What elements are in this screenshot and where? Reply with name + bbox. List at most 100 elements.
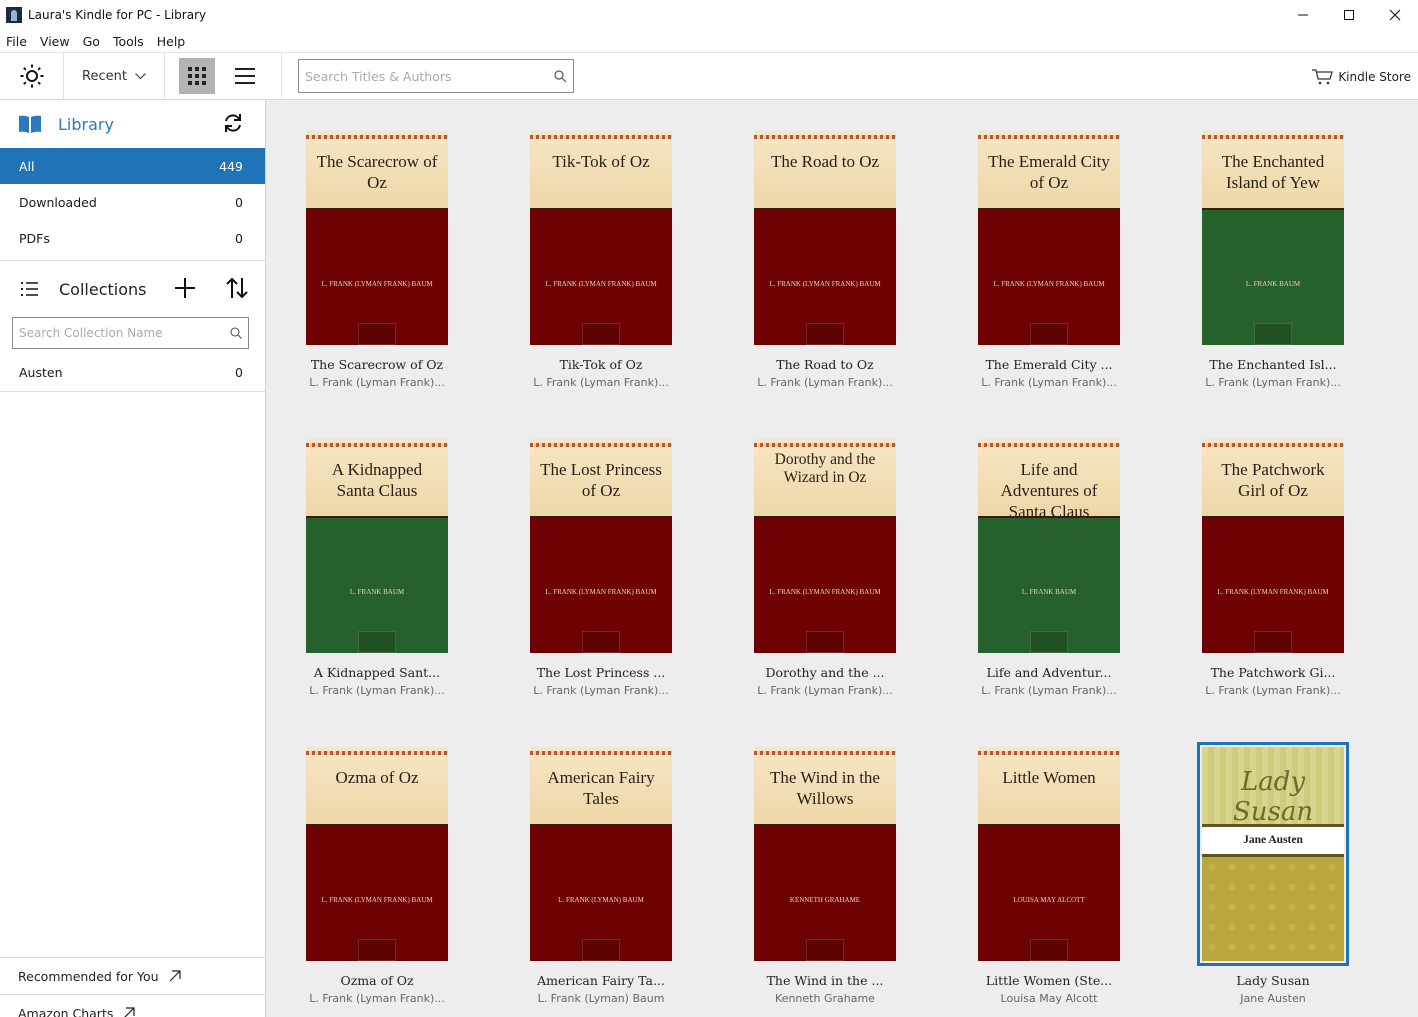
toolbar-divider (164, 52, 165, 100)
book-author: Louisa May Alcott (1000, 992, 1098, 1005)
book-title: Lady Susan (1236, 973, 1310, 988)
cover-author: L. FRANK (LYMAN FRANK) BAUM (993, 280, 1105, 288)
book-cover[interactable]: The Lost Princess of Oz L. FRANK (LYMAN … (530, 439, 672, 653)
book-cover[interactable]: Tik-Tok of Oz L. FRANK (LYMAN FRANK) BAU… (530, 131, 672, 345)
cover-author: KENNETH GRAHAME (789, 896, 861, 904)
public-domain-badge (1030, 631, 1068, 653)
menu-tools[interactable]: Tools (107, 34, 151, 49)
book-author: L. Frank (Lyman Frank)... (981, 684, 1117, 697)
filter-count: 449 (219, 158, 243, 174)
sort-label: Recent (82, 68, 127, 84)
book-title: The Patchwork Gi... (1210, 665, 1336, 680)
cover-title-panel: American Fairy Tales (530, 747, 672, 824)
book-title: The Enchanted Isl... (1209, 357, 1337, 372)
collection-count: 0 (235, 365, 243, 380)
public-domain-badge (358, 323, 396, 345)
book-cover[interactable]: Dorothy and the Wizard in Oz L. FRANK (L… (754, 439, 896, 653)
filter-label: Downloaded (19, 194, 97, 210)
book-cover[interactable]: The Scarecrow of Oz L. FRANK (LYMAN FRAN… (306, 131, 448, 345)
filter-count: 0 (235, 230, 243, 246)
minimize-button[interactable] (1280, 0, 1326, 30)
book-cover[interactable]: The Enchanted Island of Yew L. FRANK BAU… (1202, 131, 1344, 345)
cover-title-panel: The Enchanted Island of Yew (1202, 131, 1344, 208)
window-title: Laura's Kindle for PC - Library (28, 8, 207, 22)
book-cover[interactable]: Little Women LOUISA MAY ALCOTT (978, 747, 1120, 961)
public-domain-badge (1254, 323, 1292, 345)
library-header: Library (0, 100, 265, 148)
list-view-button[interactable] (221, 52, 269, 100)
menu-view[interactable]: View (34, 34, 77, 49)
cover-title: American Fairy Tales (547, 768, 655, 808)
close-button[interactable] (1372, 0, 1418, 30)
book-author: L. Frank (Lyman Frank)... (757, 684, 893, 697)
filter-count: 0 (235, 194, 243, 210)
cover-body: L. FRANK (LYMAN FRANK) BAUM (754, 516, 896, 653)
book-cover[interactable]: The Emerald City of Oz L. FRANK (LYMAN F… (978, 131, 1120, 345)
public-domain-badge (806, 939, 844, 961)
book-cover[interactable]: Lady Susan Jane Austen (1202, 747, 1344, 961)
cover-author: L. FRANK BAUM (1245, 280, 1301, 288)
recommended-for-you-link[interactable]: Recommended for You (0, 957, 265, 994)
cover-title: The Scarecrow of Oz (316, 152, 438, 192)
search-icon[interactable] (554, 69, 567, 83)
search-titles-authors[interactable] (298, 59, 574, 93)
sidebar: Library All 449 Downloaded 0 PDFs 0 Coll… (0, 100, 266, 1017)
add-collection-icon[interactable] (175, 278, 195, 298)
book-cover[interactable]: Life and Adventures of Santa Claus L. FR… (978, 439, 1120, 653)
sort-dropdown[interactable]: Recent (64, 52, 164, 100)
cover-title: Tik-Tok of Oz (552, 152, 650, 171)
kindle-store-link[interactable]: Kindle Store (1312, 53, 1411, 101)
search-input[interactable] (305, 68, 535, 84)
search-icon[interactable] (230, 327, 242, 339)
collection-search[interactable] (12, 317, 249, 349)
amazon-charts-link[interactable]: Amazon Charts (0, 994, 265, 1017)
cover-author: L. FRANK (LYMAN FRANK) BAUM (1217, 588, 1329, 596)
public-domain-badge (1030, 939, 1068, 961)
book-author: L. Frank (Lyman Frank)... (309, 684, 445, 697)
menu-go[interactable]: Go (77, 34, 107, 49)
book-author: L. Frank (Lyman Frank)... (309, 992, 445, 1005)
book-title: Little Women (Ste... (985, 973, 1113, 988)
public-domain-badge (806, 323, 844, 345)
cover-body: L. FRANK (LYMAN) BAUM (530, 824, 672, 961)
filter-pdfs[interactable]: PDFs 0 (0, 220, 265, 256)
sync-icon[interactable] (223, 113, 243, 133)
filter-downloaded[interactable]: Downloaded 0 (0, 184, 265, 220)
book-cover[interactable]: Ozma of Oz L. FRANK (LYMAN FRANK) BAUM (306, 747, 448, 961)
collection-search-input[interactable] (19, 326, 219, 340)
library-title[interactable]: Library (58, 115, 114, 134)
sort-collections-icon[interactable] (226, 277, 248, 299)
book-cover[interactable]: The Wind in the Willows KENNETH GRAHAME (754, 747, 896, 961)
grid-view-button[interactable] (179, 58, 215, 94)
brightness-button[interactable] (0, 52, 63, 100)
cover-body: L. FRANK BAUM (978, 516, 1120, 653)
book-title: The Emerald City ... (985, 357, 1113, 372)
public-domain-badge (582, 939, 620, 961)
collection-item-austen[interactable]: Austen 0 (0, 354, 265, 392)
cover-author: L. FRANK (LYMAN FRANK) BAUM (321, 280, 433, 288)
cover-pattern (1202, 857, 1344, 961)
book-cover[interactable]: The Road to Oz L. FRANK (LYMAN FRANK) BA… (754, 131, 896, 345)
menu-help[interactable]: Help (151, 34, 193, 49)
cover-author: Jane Austen (1202, 824, 1344, 857)
menu-file[interactable]: File (0, 34, 34, 49)
public-domain-badge (1030, 323, 1068, 345)
book-author: L. Frank (Lyman) Baum (537, 992, 665, 1005)
cover-body: L. FRANK (LYMAN FRANK) BAUM (306, 208, 448, 345)
cover-author: L. FRANK (LYMAN FRANK) BAUM (321, 896, 433, 904)
book-cover[interactable]: The Patchwork Girl of Oz L. FRANK (LYMAN… (1202, 439, 1344, 653)
book-title: The Lost Princess ... (536, 665, 666, 680)
filter-all[interactable]: All 449 (0, 148, 265, 184)
book-cover[interactable]: American Fairy Tales L. FRANK (LYMAN) BA… (530, 747, 672, 961)
maximize-button[interactable] (1326, 0, 1372, 30)
book-title: The Road to Oz (776, 357, 874, 372)
cover-author: L. FRANK BAUM (349, 588, 405, 596)
minimize-icon (1298, 14, 1308, 16)
cover-title-panel: Ozma of Oz (306, 747, 448, 824)
cover-author: LOUISA MAY ALCOTT (1013, 896, 1085, 904)
cover-title-panel: The Patchwork Girl of Oz (1202, 439, 1344, 516)
cover-title: Life and Adventures of Santa Claus (1000, 460, 1098, 521)
book-cover[interactable]: A Kidnapped Santa Claus L. FRANK BAUM (306, 439, 448, 653)
public-domain-badge (358, 939, 396, 961)
book-author: L. Frank (Lyman Frank)... (533, 684, 669, 697)
